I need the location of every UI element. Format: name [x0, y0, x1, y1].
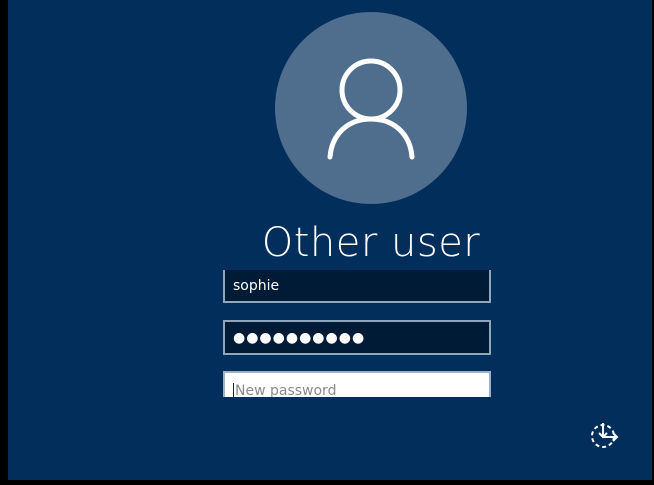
- username-field[interactable]: sophie: [223, 270, 491, 303]
- text-cursor: [233, 383, 234, 397]
- ease-of-access-icon: [591, 423, 619, 448]
- new-password-field[interactable]: New password: [223, 371, 491, 397]
- password-field[interactable]: ●●●●●●●●●●: [223, 320, 491, 355]
- username-value: sophie: [233, 277, 280, 294]
- user-avatar: [275, 12, 467, 204]
- page-title: Other user: [261, 220, 481, 266]
- lock-screen: Other user sophie ●●●●●●●●●● New passwor…: [8, 0, 652, 480]
- password-mask: ●●●●●●●●●●: [233, 329, 366, 346]
- new-password-placeholder: New password: [235, 383, 337, 397]
- user-silhouette-icon: [327, 58, 415, 160]
- ease-of-access-button[interactable]: [588, 420, 620, 450]
